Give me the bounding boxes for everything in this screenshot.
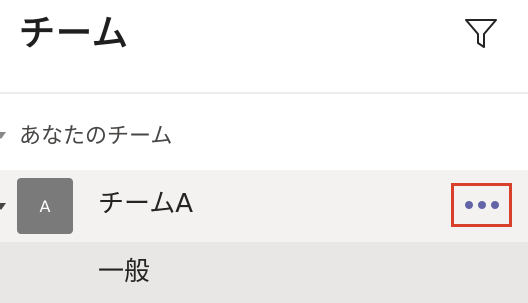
more-options-icon bbox=[462, 201, 501, 209]
team-expand-caret-icon[interactable] bbox=[0, 203, 6, 210]
dot bbox=[477, 201, 486, 209]
teams-page: チーム あなたのチーム A チームA 一般 bbox=[0, 0, 528, 303]
filter-button[interactable] bbox=[459, 14, 503, 54]
team-name: チームA bbox=[98, 189, 194, 219]
caret-down-icon bbox=[0, 132, 6, 139]
team-row[interactable]: A チームA bbox=[0, 170, 528, 242]
more-options-button[interactable] bbox=[451, 183, 512, 227]
header-divider bbox=[0, 92, 528, 94]
dot bbox=[464, 201, 473, 209]
page-title: チーム bbox=[19, 13, 129, 54]
dot bbox=[490, 201, 499, 209]
section-label: あなたのチーム bbox=[19, 124, 173, 149]
header: チーム bbox=[0, 0, 528, 92]
team-avatar: A bbox=[17, 178, 73, 234]
your-teams-section-header[interactable]: あなたのチーム bbox=[0, 118, 528, 158]
channel-name: 一般 bbox=[98, 257, 151, 287]
channel-row-general[interactable]: 一般 bbox=[0, 242, 528, 303]
filter-funnel-icon bbox=[465, 19, 497, 48]
